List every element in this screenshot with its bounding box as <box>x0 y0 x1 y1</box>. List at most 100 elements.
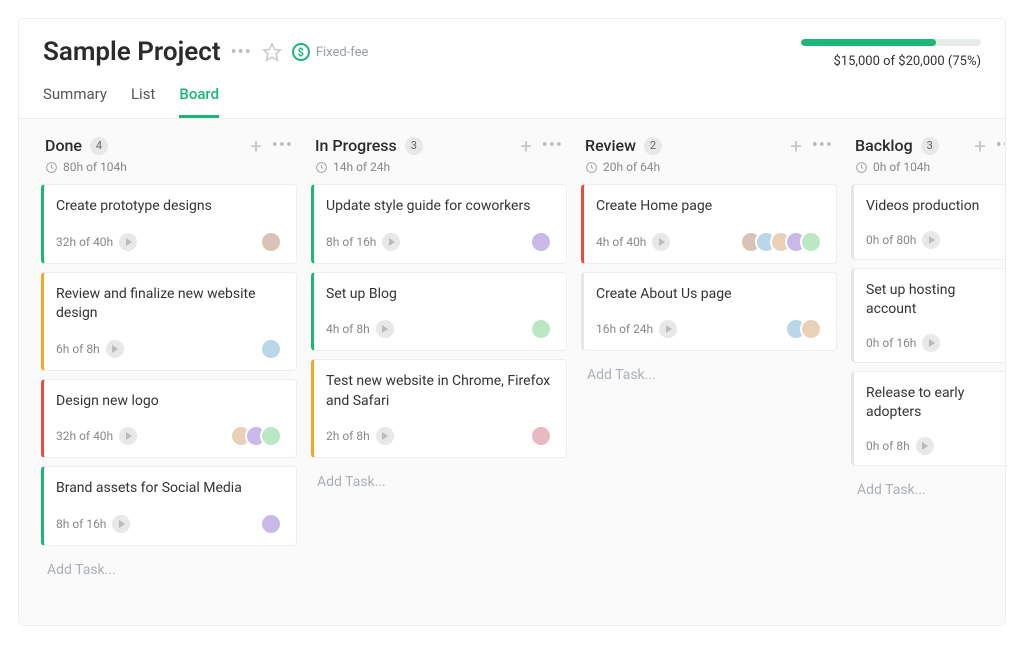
avatar[interactable] <box>530 318 552 340</box>
task-avatars <box>530 425 552 447</box>
fee-type-badge[interactable]: $ Fixed-fee <box>292 43 369 61</box>
task-footer: 8h of 16h <box>56 513 282 535</box>
avatar[interactable] <box>260 425 282 447</box>
play-icon[interactable] <box>119 427 137 445</box>
column-actions: + ••• <box>250 135 293 156</box>
budget-widget: $15,000 of $20,000 (75%) <box>801 37 981 69</box>
column-menu-icon[interactable]: ••• <box>542 135 563 156</box>
play-icon[interactable] <box>112 515 130 533</box>
column-actions: + ••• <box>520 135 563 156</box>
task-card[interactable]: Set up Blog4h of 8h <box>311 272 567 352</box>
clock-icon <box>855 161 868 174</box>
project-menu-icon[interactable]: ••• <box>231 42 252 63</box>
tab-board[interactable]: Board <box>179 85 219 118</box>
task-card[interactable]: Design new logo32h of 40h <box>41 379 297 459</box>
task-card[interactable]: Videos production0h of 80h <box>851 184 1005 260</box>
column-title-wrap: Backlog 3 <box>855 136 939 155</box>
column-title: Done <box>45 136 82 155</box>
task-card[interactable]: Test new website in Chrome, Firefox and … <box>311 359 567 458</box>
task-hours: 6h of 8h <box>56 340 124 358</box>
task-hours: 32h of 40h <box>56 233 137 251</box>
column-actions: + ••• <box>790 135 833 156</box>
task-footer: 8h of 16h <box>326 231 552 253</box>
column-header: Review 2 + ••• <box>581 135 837 156</box>
play-icon[interactable] <box>119 233 137 251</box>
task-card[interactable]: Update style guide for coworkers 8h of 16… <box>311 184 567 264</box>
add-card-icon[interactable]: + <box>250 136 261 156</box>
play-icon[interactable] <box>376 320 394 338</box>
add-task-button[interactable]: Add Task... <box>581 359 837 391</box>
task-hours: 0h of 16h <box>866 334 940 352</box>
add-task-button[interactable]: Add Task... <box>851 474 1005 506</box>
task-hours-text: 32h of 40h <box>56 429 113 443</box>
task-card[interactable]: Set up hosting account0h of 16h <box>851 268 1005 363</box>
add-task-button[interactable]: Add Task... <box>311 466 567 498</box>
budget-progress-fill <box>801 39 936 46</box>
column-hours: 14h of 24h <box>315 160 563 174</box>
column-menu-icon[interactable]: ••• <box>996 135 1005 156</box>
task-title: Create prototype designs <box>56 197 282 217</box>
task-hours-text: 0h of 8h <box>866 439 910 453</box>
task-avatars <box>260 338 282 360</box>
column-backlog: Backlog 3 + ••• 0h of 104hVideos product… <box>851 135 1005 609</box>
column-hours-text: 20h of 64h <box>603 160 660 174</box>
tab-summary[interactable]: Summary <box>43 85 107 118</box>
avatar[interactable] <box>800 318 822 340</box>
task-title: Update style guide for coworkers <box>326 197 552 217</box>
avatar[interactable] <box>800 231 822 253</box>
task-card[interactable]: Create Home page4h of 40h <box>581 184 837 264</box>
column-menu-icon[interactable]: ••• <box>812 135 833 156</box>
dollar-icon: $ <box>292 43 310 61</box>
budget-progress-bar <box>801 39 981 46</box>
task-hours: 0h of 8h <box>866 437 934 455</box>
column-hours: 20h of 64h <box>585 160 833 174</box>
column-count-badge: 4 <box>90 137 108 155</box>
task-hours: 16h of 24h <box>596 320 677 338</box>
play-icon[interactable] <box>376 427 394 445</box>
play-icon[interactable] <box>922 231 940 249</box>
task-hours-text: 32h of 40h <box>56 235 113 249</box>
task-footer: 4h of 40h <box>596 231 822 253</box>
task-card[interactable]: Release to early adopters0h of 8h <box>851 371 1005 466</box>
budget-text: $15,000 of $20,000 (75%) <box>801 54 981 69</box>
add-task-button[interactable]: Add Task... <box>41 554 297 586</box>
task-card[interactable]: Create prototype designs 32h of 40h <box>41 184 297 264</box>
task-card[interactable]: Brand assets for Social Media 8h of 16h <box>41 466 297 546</box>
task-hours: 32h of 40h <box>56 427 137 445</box>
avatar[interactable] <box>530 231 552 253</box>
task-hours-text: 16h of 24h <box>596 322 653 336</box>
task-title: Set up Blog <box>326 285 552 305</box>
task-hours-text: 4h of 40h <box>596 235 646 249</box>
avatar[interactable] <box>260 513 282 535</box>
add-card-icon[interactable]: + <box>790 136 801 156</box>
task-card[interactable]: Create About Us page16h of 24h <box>581 272 837 352</box>
task-footer: 16h of 24h <box>596 318 822 340</box>
add-card-icon[interactable]: + <box>974 136 985 156</box>
avatar[interactable] <box>260 231 282 253</box>
star-icon[interactable] <box>262 42 282 62</box>
tab-list[interactable]: List <box>131 85 155 118</box>
play-icon[interactable] <box>916 437 934 455</box>
task-hours-text: 6h of 8h <box>56 342 100 356</box>
app-frame: Sample Project ••• $ Fixed-fee $15,000 o… <box>18 18 1006 626</box>
play-icon[interactable] <box>106 340 124 358</box>
task-avatars <box>230 425 282 447</box>
avatar[interactable] <box>530 425 552 447</box>
header-top-row: Sample Project ••• $ Fixed-fee $15,000 o… <box>43 37 981 69</box>
column-header: In Progress 3 + ••• <box>311 135 567 156</box>
add-card-icon[interactable]: + <box>520 136 531 156</box>
play-icon[interactable] <box>922 334 940 352</box>
clock-icon <box>45 161 58 174</box>
task-title: Test new website in Chrome, Firefox and … <box>326 372 552 411</box>
column-count-badge: 3 <box>405 137 423 155</box>
column-header: Done 4 + ••• <box>41 135 297 156</box>
avatar[interactable] <box>260 338 282 360</box>
play-icon[interactable] <box>659 320 677 338</box>
column-count-badge: 3 <box>921 137 939 155</box>
play-icon[interactable] <box>652 233 670 251</box>
task-card[interactable]: Review and finalize new website design6h… <box>41 272 297 371</box>
task-title: Brand assets for Social Media <box>56 479 282 499</box>
play-icon[interactable] <box>382 233 400 251</box>
column-menu-icon[interactable]: ••• <box>272 135 293 156</box>
column-title-wrap: Review 2 <box>585 136 662 155</box>
